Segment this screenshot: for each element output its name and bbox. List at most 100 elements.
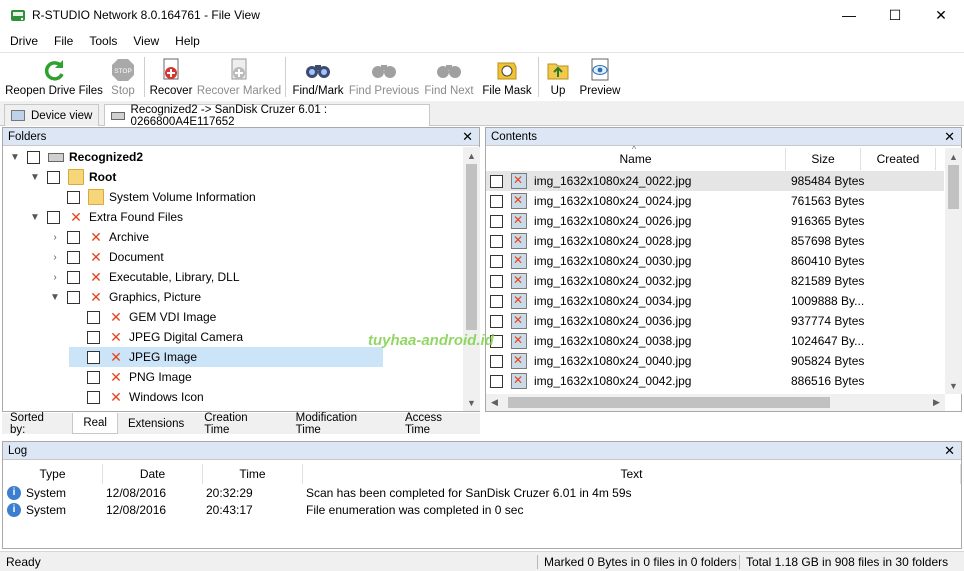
column-header-name[interactable]: Name ^ bbox=[486, 144, 786, 170]
stop-button[interactable]: STOP Stop bbox=[104, 53, 142, 101]
file-row-checkbox[interactable] bbox=[490, 274, 503, 288]
tree-item-checkbox[interactable] bbox=[87, 390, 100, 404]
file-row[interactable]: img_1632x1080x24_0034.jpg 1009888 By... bbox=[486, 291, 944, 311]
expand-toggle-icon[interactable]: ▼ bbox=[29, 212, 41, 223]
scroll-down-arrow-icon[interactable]: ▼ bbox=[463, 394, 480, 411]
scroll-up-arrow-icon[interactable]: ▲ bbox=[945, 148, 962, 165]
file-row[interactable]: img_1632x1080x24_0028.jpg 857698 Bytes bbox=[486, 231, 944, 251]
expand-toggle-icon[interactable]: ▼ bbox=[9, 152, 21, 163]
column-header-size[interactable]: Size bbox=[786, 148, 861, 170]
log-column-date[interactable]: Date bbox=[103, 464, 203, 484]
tree-item-checkbox[interactable] bbox=[27, 150, 40, 164]
scroll-thumb[interactable] bbox=[508, 397, 830, 408]
tree-item[interactable]: ✕ PNG Image bbox=[69, 367, 192, 387]
tree-item-checkbox[interactable] bbox=[67, 290, 80, 304]
file-row-checkbox[interactable] bbox=[490, 314, 503, 328]
tab-sort-real[interactable]: Real bbox=[72, 413, 118, 434]
log-column-time[interactable]: Time bbox=[203, 464, 303, 484]
maximize-button[interactable]: ☐ bbox=[872, 0, 918, 30]
file-row-checkbox[interactable] bbox=[490, 174, 503, 188]
tree-item-checkbox[interactable] bbox=[67, 190, 80, 204]
file-row[interactable]: img_1632x1080x24_0022.jpg 985484 Bytes bbox=[486, 171, 944, 191]
tree-item-checkbox[interactable] bbox=[87, 310, 100, 324]
expand-toggle-icon[interactable]: ▼ bbox=[49, 292, 61, 303]
expand-toggle-icon[interactable]: › bbox=[49, 272, 61, 283]
tab-device-view[interactable]: Device view bbox=[4, 104, 100, 126]
file-mask-button[interactable]: File Mask bbox=[478, 53, 536, 101]
reopen-drive-files-button[interactable]: Reopen Drive Files bbox=[4, 53, 104, 101]
close-button[interactable]: ✕ bbox=[918, 0, 964, 30]
expand-toggle-icon[interactable]: ▼ bbox=[29, 172, 41, 183]
file-row[interactable]: img_1632x1080x24_0042.jpg 886516 Bytes bbox=[486, 371, 944, 391]
log-column-type[interactable]: Type bbox=[3, 464, 103, 484]
tree-item-checkbox[interactable] bbox=[67, 270, 80, 284]
scroll-right-arrow-icon[interactable]: ▶ bbox=[928, 394, 945, 411]
file-row[interactable]: img_1632x1080x24_0036.jpg 937774 Bytes bbox=[486, 311, 944, 331]
tree-item[interactable]: ▼ ✕ Extra Found Files bbox=[29, 207, 183, 227]
tab-recognized[interactable]: Recognized2 -> SanDisk Cruzer 6.01 : 026… bbox=[104, 104, 430, 128]
tree-item[interactable]: ✕ GEM VDI Image bbox=[69, 307, 216, 327]
column-header-created[interactable]: Created bbox=[861, 148, 936, 170]
tree-item-checkbox[interactable] bbox=[87, 370, 100, 384]
tree-item[interactable]: ✕ JPEG Image bbox=[69, 347, 383, 367]
folders-vertical-scrollbar[interactable]: ▲ ▼ bbox=[463, 147, 480, 411]
tab-sort-creation-time[interactable]: Creation Time bbox=[194, 412, 285, 436]
scroll-thumb[interactable] bbox=[466, 164, 477, 330]
find-previous-button[interactable]: Find Previous bbox=[348, 53, 420, 101]
expand-toggle-icon[interactable]: › bbox=[49, 232, 61, 243]
recover-marked-button[interactable]: Recover Marked bbox=[195, 53, 283, 101]
contents-horizontal-scrollbar[interactable]: ◀ ▶ bbox=[486, 394, 945, 411]
tree-item[interactable]: ✕ JPEG Digital Camera bbox=[69, 327, 243, 347]
tree-item-checkbox[interactable] bbox=[47, 170, 60, 184]
tree-item-checkbox[interactable] bbox=[67, 230, 80, 244]
log-close-icon[interactable]: ✕ bbox=[944, 443, 955, 459]
file-row[interactable]: img_1632x1080x24_0032.jpg 821589 Bytes bbox=[486, 271, 944, 291]
scroll-down-arrow-icon[interactable]: ▼ bbox=[945, 377, 962, 394]
find-mark-button[interactable]: Find/Mark bbox=[288, 53, 348, 101]
tree-item[interactable]: › ✕ Document bbox=[49, 247, 163, 267]
recover-button[interactable]: Recover bbox=[147, 53, 195, 101]
file-row[interactable]: img_1632x1080x24_0030.jpg 860410 Bytes bbox=[486, 251, 944, 271]
file-row[interactable]: img_1632x1080x24_0040.jpg 905824 Bytes bbox=[486, 351, 944, 371]
tree-item-checkbox[interactable] bbox=[67, 250, 80, 264]
file-row-checkbox[interactable] bbox=[490, 254, 503, 268]
menu-tools[interactable]: Tools bbox=[81, 34, 125, 48]
tree-item-checkbox[interactable] bbox=[87, 330, 100, 344]
tree-item[interactable]: ▼ Recognized2 bbox=[9, 147, 143, 167]
tree-item[interactable]: System Volume Information bbox=[49, 187, 256, 207]
tab-sort-modification-time[interactable]: Modification Time bbox=[286, 412, 395, 436]
file-row-checkbox[interactable] bbox=[490, 354, 503, 368]
file-row-checkbox[interactable] bbox=[490, 294, 503, 308]
tab-sort-access-time[interactable]: Access Time bbox=[395, 412, 480, 436]
tab-sort-extensions[interactable]: Extensions bbox=[118, 413, 194, 434]
folders-close-icon[interactable]: ✕ bbox=[462, 129, 473, 145]
file-row-checkbox[interactable] bbox=[490, 214, 503, 228]
menu-view[interactable]: View bbox=[125, 34, 167, 48]
tree-item[interactable]: ▼ Root bbox=[29, 167, 116, 187]
expand-toggle-icon[interactable]: › bbox=[49, 252, 61, 263]
file-row[interactable]: img_1632x1080x24_0038.jpg 1024647 By... bbox=[486, 331, 944, 351]
tree-item[interactable]: › ✕ Archive bbox=[49, 227, 149, 247]
file-row-checkbox[interactable] bbox=[490, 194, 503, 208]
file-row[interactable]: img_1632x1080x24_0026.jpg 916365 Bytes bbox=[486, 211, 944, 231]
log-column-text[interactable]: Text bbox=[303, 464, 961, 484]
scroll-thumb[interactable] bbox=[948, 165, 959, 209]
menu-help[interactable]: Help bbox=[167, 34, 208, 48]
file-row-checkbox[interactable] bbox=[490, 234, 503, 248]
scroll-left-arrow-icon[interactable]: ◀ bbox=[486, 394, 503, 411]
contents-vertical-scrollbar[interactable]: ▲ ▼ bbox=[945, 148, 962, 394]
tree-item[interactable]: ✕ Windows Icon bbox=[69, 387, 204, 407]
file-row-checkbox[interactable] bbox=[490, 374, 503, 388]
menu-drive[interactable]: Drive bbox=[0, 34, 46, 48]
file-row[interactable]: img_1632x1080x24_0024.jpg 761563 Bytes bbox=[486, 191, 944, 211]
tree-item[interactable]: › ✕ Executable, Library, DLL bbox=[49, 267, 239, 287]
tree-item-checkbox[interactable] bbox=[47, 210, 60, 224]
menu-file[interactable]: File bbox=[46, 34, 81, 48]
minimize-button[interactable]: — bbox=[826, 0, 872, 30]
contents-close-icon[interactable]: ✕ bbox=[944, 129, 955, 145]
find-next-button[interactable]: Find Next bbox=[420, 53, 478, 101]
tree-item-checkbox[interactable] bbox=[87, 350, 100, 364]
scroll-up-arrow-icon[interactable]: ▲ bbox=[463, 147, 480, 164]
up-button[interactable]: Up bbox=[541, 53, 575, 101]
tree-item[interactable]: ▼ ✕ Graphics, Picture bbox=[49, 287, 201, 307]
